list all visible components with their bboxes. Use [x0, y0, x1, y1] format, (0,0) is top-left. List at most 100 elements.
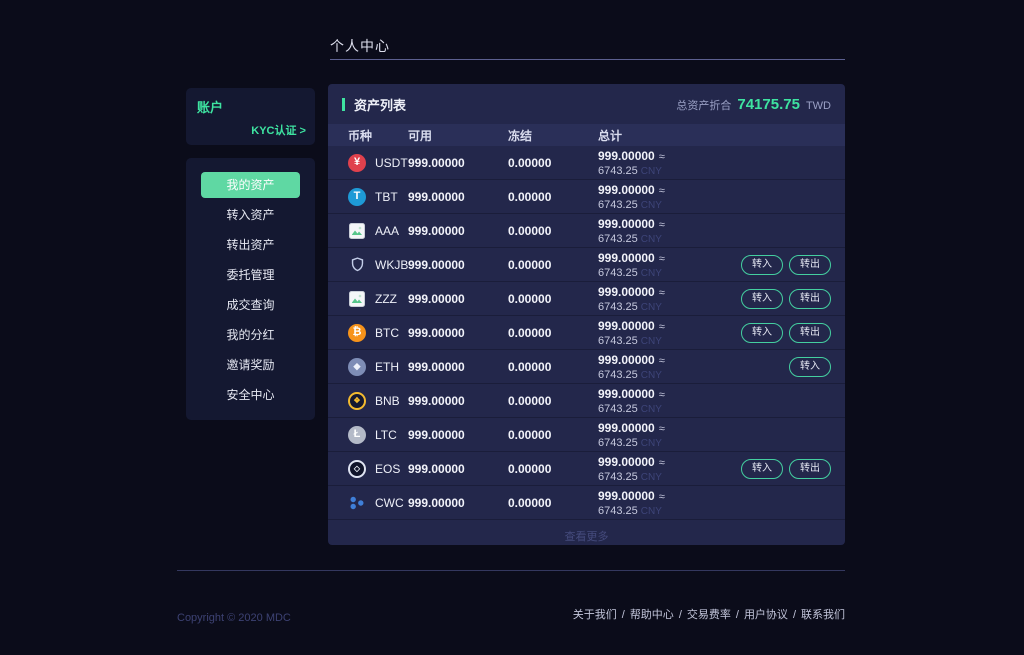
row-actions: 转入转出: [719, 289, 831, 309]
table-row: ◇EOS999.000000.00000999.00000≈ 6743.25CN…: [328, 452, 845, 486]
total-assets-value: 74175.75: [737, 96, 800, 113]
available-value: 999.00000: [408, 258, 508, 272]
approx-currency: CNY: [641, 506, 662, 517]
view-more-link[interactable]: 查看更多: [328, 520, 845, 544]
approx-currency: CNY: [641, 234, 662, 245]
personal-center-page: 个人中心 账户 KYC认证 > 我的资产转入资产转出资产委托管理成交查询我的分红…: [0, 0, 1024, 655]
approx-currency: CNY: [641, 200, 662, 211]
row-actions: 转入转出: [719, 323, 831, 343]
frozen-value: 0.00000: [508, 394, 598, 408]
footer-divider: [177, 570, 845, 571]
row-actions: 转入: [719, 357, 831, 377]
copyright-text: Copyright © 2020 MDC: [177, 612, 291, 624]
ltc-icon: Ł: [348, 426, 366, 444]
kyc-verification-link[interactable]: KYC认证 >: [251, 122, 306, 138]
page-title: 个人中心: [330, 36, 390, 56]
sidebar-item[interactable]: 我的分红: [186, 320, 315, 350]
account-card: 账户 KYC认证 >: [186, 88, 315, 145]
panel-title: 资产列表: [354, 95, 406, 114]
table-row: ❖BNB999.000000.00000999.00000≈ 6743.25CN…: [328, 384, 845, 418]
table-header-row: 币种 可用 冻结 总计: [328, 124, 845, 146]
total-assets-currency: TWD: [806, 100, 831, 112]
frozen-value: 0.00000: [508, 496, 598, 510]
deposit-button[interactable]: 转入: [741, 289, 783, 309]
table-row: TTBT999.000000.00000999.00000≈ 6743.25CN…: [328, 180, 845, 214]
footer-link-separator: /: [679, 609, 682, 621]
total-value: 999.00000≈ 6743.25CNY: [598, 421, 719, 449]
account-title: 账户: [197, 97, 223, 116]
tbt-icon: T: [348, 188, 366, 206]
coin-name: CWC: [375, 496, 404, 510]
column-frozen: 冻结: [508, 127, 598, 144]
deposit-button[interactable]: 转入: [741, 255, 783, 275]
deposit-button[interactable]: 转入: [741, 459, 783, 479]
frozen-value: 0.00000: [508, 326, 598, 340]
column-coin: 币种: [348, 127, 408, 144]
available-value: 999.00000: [408, 326, 508, 340]
available-value: 999.00000: [408, 394, 508, 408]
cwc-icon: [348, 494, 366, 512]
sidebar-item[interactable]: 我的资产: [201, 172, 300, 198]
sidebar-item[interactable]: 安全中心: [186, 380, 315, 410]
image-placeholder-icon: [348, 222, 366, 240]
table-row: WKJB999.000000.00000999.00000≈ 6743.25CN…: [328, 248, 845, 282]
coin-name: EOS: [375, 462, 400, 476]
frozen-value: 0.00000: [508, 224, 598, 238]
coin-name: AAA: [375, 224, 399, 238]
asset-list-panel: 资产列表 总资产折合 74175.75 TWD 币种 可用 冻结 总计 ¥USD…: [328, 84, 845, 545]
total-value: 999.00000≈ 6743.25CNY: [598, 217, 719, 245]
table-row: ZZZ999.000000.00000999.00000≈ 6743.25CNY…: [328, 282, 845, 316]
sidebar-item[interactable]: 邀请奖励: [186, 350, 315, 380]
available-value: 999.00000: [408, 360, 508, 374]
footer-link-separator: /: [793, 609, 796, 621]
coin-name: BTC: [375, 326, 399, 340]
footer-links: 关于我们/帮助中心/交易费率/用户协议/联系我们: [573, 606, 845, 622]
table-row: ¥USDT999.000000.00000999.00000≈ 6743.25C…: [328, 146, 845, 180]
withdraw-button[interactable]: 转出: [789, 255, 831, 275]
sidebar-item[interactable]: 转入资产: [186, 200, 315, 230]
total-value: 999.00000≈ 6743.25CNY: [598, 285, 719, 313]
frozen-value: 0.00000: [508, 428, 598, 442]
total-value: 999.00000≈ 6743.25CNY: [598, 353, 719, 381]
coin-name: WKJB: [375, 258, 408, 272]
deposit-button[interactable]: 转入: [789, 357, 831, 377]
footer-link[interactable]: 联系我们: [801, 609, 845, 621]
withdraw-button[interactable]: 转出: [789, 289, 831, 309]
total-value: 999.00000≈ 6743.25CNY: [598, 251, 719, 279]
frozen-value: 0.00000: [508, 156, 598, 170]
frozen-value: 0.00000: [508, 258, 598, 272]
eth-icon: ◆: [348, 358, 366, 376]
deposit-button[interactable]: 转入: [741, 323, 783, 343]
sidebar-item[interactable]: 成交查询: [186, 290, 315, 320]
footer-link[interactable]: 用户协议: [744, 609, 788, 621]
sidebar-item[interactable]: 委托管理: [186, 260, 315, 290]
table-row: ŁLTC999.000000.00000999.00000≈ 6743.25CN…: [328, 418, 845, 452]
frozen-value: 0.00000: [508, 360, 598, 374]
approx-currency: CNY: [641, 472, 662, 483]
total-value: 999.00000≈ 6743.25CNY: [598, 319, 719, 347]
row-actions: 转入转出: [719, 459, 831, 479]
withdraw-button[interactable]: 转出: [789, 459, 831, 479]
approx-currency: CNY: [641, 302, 662, 313]
footer-link[interactable]: 交易费率: [687, 609, 731, 621]
asset-table-body: ¥USDT999.000000.00000999.00000≈ 6743.25C…: [328, 146, 845, 520]
coin-name: ZZZ: [375, 292, 397, 306]
available-value: 999.00000: [408, 224, 508, 238]
withdraw-button[interactable]: 转出: [789, 323, 831, 343]
sidebar-menu: 我的资产转入资产转出资产委托管理成交查询我的分红邀请奖励安全中心: [186, 158, 315, 420]
table-row: AAA 999.000000.00000999.00000≈ 6743.25CNY: [328, 214, 845, 248]
approx-currency: CNY: [641, 166, 662, 177]
total-value: 999.00000≈ 6743.25CNY: [598, 455, 719, 483]
image-placeholder-icon: [348, 290, 366, 308]
shield-icon: [348, 256, 366, 274]
frozen-value: 0.00000: [508, 190, 598, 204]
footer-link[interactable]: 帮助中心: [630, 609, 674, 621]
footer-link[interactable]: 关于我们: [573, 609, 617, 621]
coin-name: USDT: [375, 156, 408, 170]
approx-currency: CNY: [641, 438, 662, 449]
footer-link-separator: /: [736, 609, 739, 621]
eos-icon: ◇: [348, 460, 366, 478]
usdt-icon: ¥: [348, 154, 366, 172]
sidebar-item[interactable]: 转出资产: [186, 230, 315, 260]
total-value: 999.00000≈ 6743.25CNY: [598, 183, 719, 211]
